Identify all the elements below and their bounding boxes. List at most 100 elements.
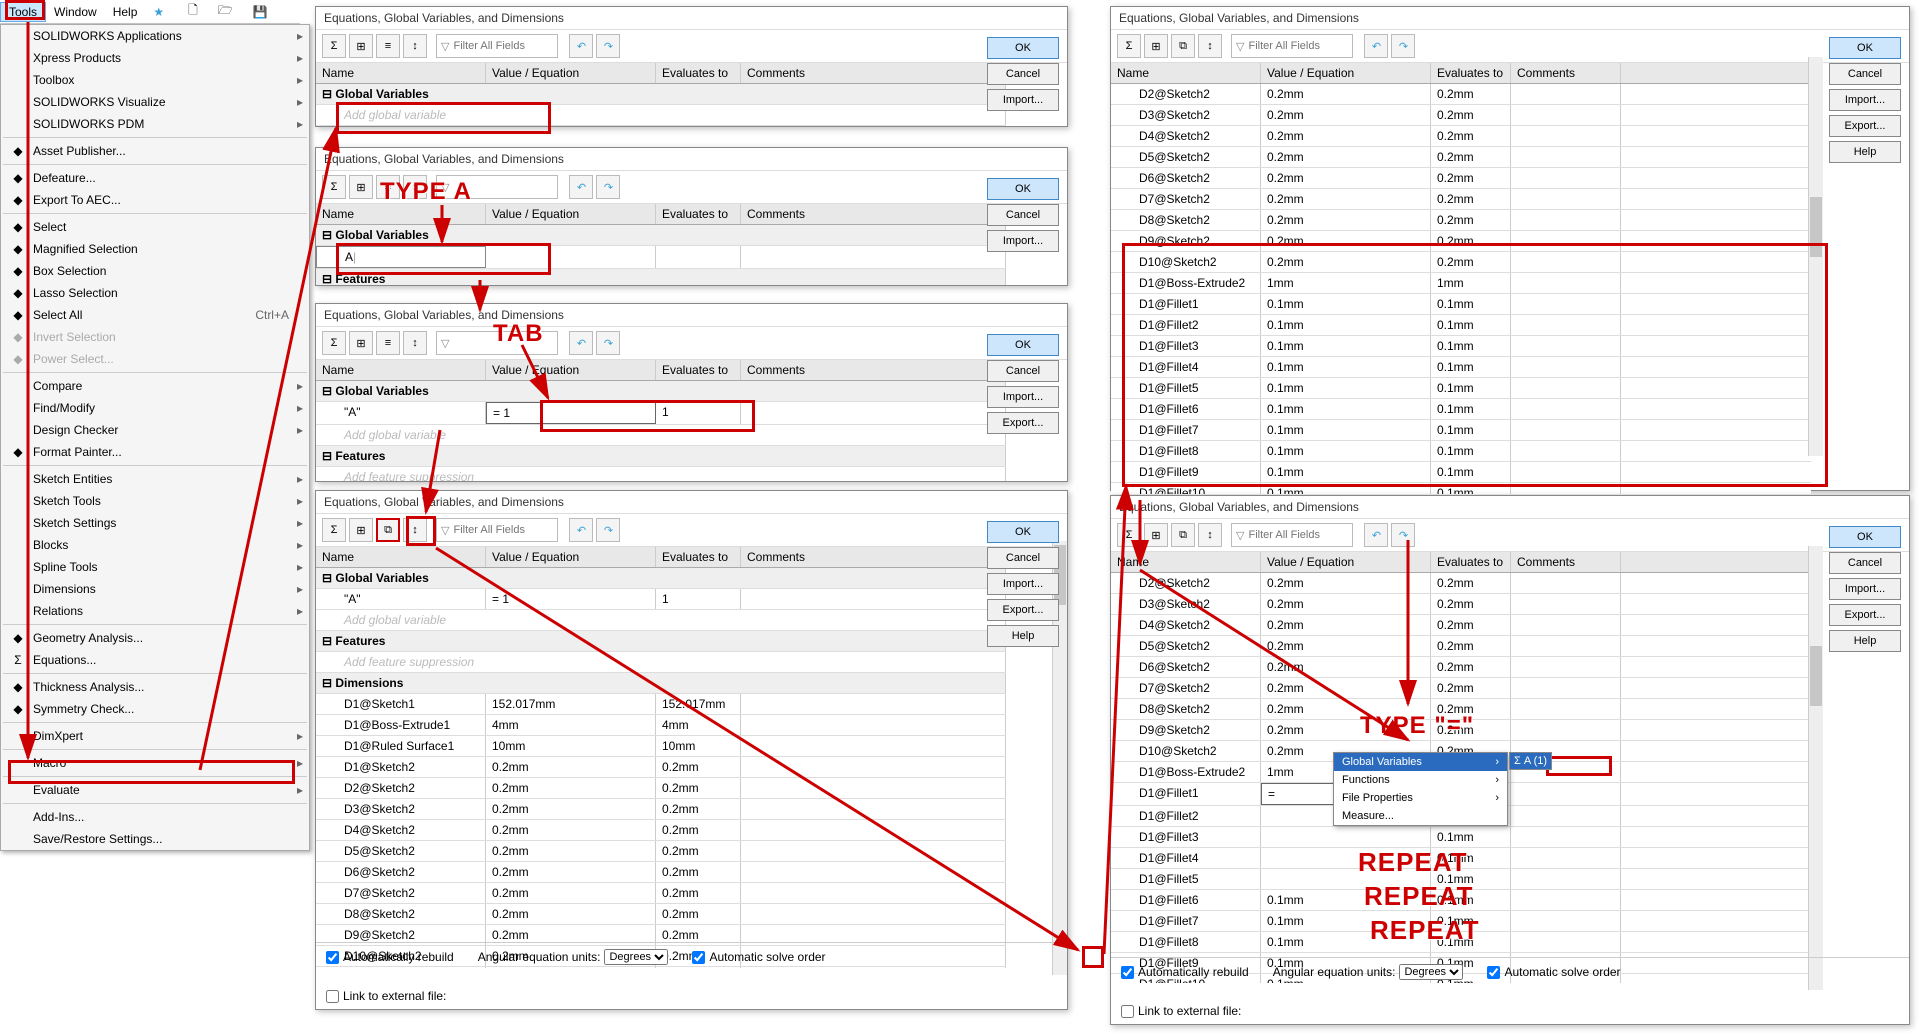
cancel-button[interactable]: Cancel <box>987 204 1059 226</box>
undo-icon[interactable]: ↶ <box>569 518 593 542</box>
tree-view-icon[interactable]: ⊞ <box>1144 523 1168 547</box>
scrollbar[interactable] <box>1808 546 1823 990</box>
menu-item[interactable]: DimXpert▸ <box>1 725 309 747</box>
table-row[interactable]: D7@Sketch20.2mm0.2mm <box>316 883 1006 904</box>
save-icon[interactable]: 💾 <box>245 3 276 21</box>
table-row[interactable]: D3@Sketch20.2mm0.2mm <box>1111 105 1811 126</box>
table-row[interactable]: D1@Fillet10.1mm0.1mm <box>1111 294 1811 315</box>
table-row[interactable]: D1@Fillet70.1mm0.1mm <box>1111 911 1811 932</box>
table-row[interactable]: D1@Fillet60.1mm0.1mm <box>1111 399 1811 420</box>
sigma-view-icon[interactable]: Σ <box>322 331 346 355</box>
list-view-icon[interactable]: ≡ <box>376 34 400 58</box>
cancel-button[interactable]: Cancel <box>1829 552 1901 574</box>
menu-item[interactable]: SOLIDWORKS PDM▸ <box>1 113 309 135</box>
table-row[interactable]: D7@Sketch20.2mm0.2mm <box>1111 189 1811 210</box>
table-row[interactable]: D2@Sketch20.2mm0.2mm <box>316 778 1006 799</box>
tree-view-icon[interactable]: ⊞ <box>349 331 373 355</box>
table-row[interactable]: D1@Fillet30.1mm <box>1111 827 1811 848</box>
sort-icon[interactable]: ↕ <box>403 34 427 58</box>
sort-icon[interactable]: ↕ <box>1198 34 1222 58</box>
sigma-view-icon[interactable]: Σ <box>1117 34 1141 58</box>
table-row[interactable]: D2@Sketch20.2mm0.2mm <box>1111 84 1811 105</box>
table-row[interactable]: D1@Fillet60.1mm0.1mm <box>1111 890 1811 911</box>
import-button[interactable]: Import... <box>987 386 1059 408</box>
table-row[interactable]: D1@Boss-Extrude21mm1mm <box>1111 273 1811 294</box>
sort-icon[interactable]: ↕ <box>403 331 427 355</box>
table-row[interactable]: D5@Sketch20.2mm0.2mm <box>1111 147 1811 168</box>
auto-rebuild-check[interactable]: Automatically rebuild <box>326 950 454 964</box>
auto-rebuild-check[interactable]: Automatically rebuild <box>1121 965 1249 979</box>
undo-icon[interactable]: ↶ <box>569 34 593 58</box>
menu-item[interactable]: ◆Export To AEC... <box>1 189 309 211</box>
filter-input[interactable] <box>453 181 553 193</box>
sigma-view-icon[interactable]: Σ <box>322 175 346 199</box>
table-row[interactable]: D5@Sketch20.2mm0.2mm <box>316 841 1006 862</box>
ok-button[interactable]: OK <box>987 334 1059 356</box>
ok-button[interactable]: OK <box>987 521 1059 543</box>
table-row[interactable]: D1@Fillet40.1mm <box>1111 848 1811 869</box>
redo-icon[interactable]: ↷ <box>596 518 620 542</box>
help-button[interactable]: Help <box>1829 630 1901 652</box>
filter-input[interactable] <box>1248 40 1348 52</box>
menu-item[interactable]: ◆Select <box>1 216 309 238</box>
menu-item[interactable]: Sketch Tools▸ <box>1 490 309 512</box>
menu-item[interactable]: ◆Geometry Analysis... <box>1 627 309 649</box>
table-row[interactable]: D4@Sketch20.2mm0.2mm <box>1111 615 1811 636</box>
ctx-functions[interactable]: Functions› <box>1334 771 1507 789</box>
menu-help[interactable]: Help <box>105 3 146 21</box>
filter-input[interactable] <box>1248 529 1348 541</box>
menu-item[interactable]: Evaluate▸ <box>1 779 309 801</box>
dim-view-icon[interactable]: ⧉ <box>1171 34 1195 58</box>
ctx-file-properties[interactable]: File Properties› <box>1334 789 1507 807</box>
table-row[interactable]: D1@Fillet30.1mm0.1mm <box>1111 336 1811 357</box>
menu-item[interactable]: Find/Modify▸ <box>1 397 309 419</box>
sort-icon[interactable]: ↕ <box>403 175 427 199</box>
menu-item[interactable]: ◆Thickness Analysis... <box>1 676 309 698</box>
scrollbar[interactable] <box>1808 57 1823 456</box>
undo-icon[interactable]: ↶ <box>1364 523 1388 547</box>
table-row[interactable]: D3@Sketch20.2mm0.2mm <box>316 799 1006 820</box>
table-row[interactable]: D8@Sketch20.2mm0.2mm <box>316 904 1006 925</box>
angular-units-select[interactable]: Degrees <box>604 949 668 965</box>
menu-item[interactable]: Relations▸ <box>1 600 309 622</box>
sort-icon[interactable]: ↕ <box>1198 523 1222 547</box>
undo-icon[interactable]: ↶ <box>569 331 593 355</box>
table-row[interactable]: D6@Sketch20.2mm0.2mm <box>1111 657 1811 678</box>
table-row[interactable]: D6@Sketch20.2mm0.2mm <box>1111 168 1811 189</box>
import-button[interactable]: Import... <box>987 230 1059 252</box>
ok-button[interactable]: OK <box>987 178 1059 200</box>
menu-item[interactable]: Sketch Settings▸ <box>1 512 309 534</box>
menu-item[interactable]: Dimensions▸ <box>1 578 309 600</box>
table-row[interactable]: D1@Ruled Surface110mm10mm <box>316 736 1006 757</box>
table-row[interactable]: D8@Sketch20.2mm0.2mm <box>1111 210 1811 231</box>
cancel-button[interactable]: Cancel <box>987 63 1059 85</box>
gv-value-input[interactable]: = 1 <box>486 402 656 424</box>
menu-item[interactable]: ◆Magnified Selection <box>1 238 309 260</box>
table-row[interactable]: D1@Fillet20.1mm0.1mm <box>1111 315 1811 336</box>
redo-icon[interactable]: ↷ <box>596 331 620 355</box>
menu-item[interactable]: Design Checker▸ <box>1 419 309 441</box>
export-button[interactable]: Export... <box>1829 604 1901 626</box>
table-row[interactable]: D1@Fillet80.1mm0.1mm <box>1111 441 1811 462</box>
ok-button[interactable]: OK <box>987 37 1059 59</box>
table-row[interactable]: "A"= 11 <box>316 589 1006 610</box>
new-doc-icon[interactable]: 🗋 <box>180 0 206 24</box>
export-button[interactable]: Export... <box>1829 115 1901 137</box>
ok-button[interactable]: OK <box>1829 37 1901 59</box>
menu-item[interactable]: Blocks▸ <box>1 534 309 556</box>
filter-input[interactable] <box>453 40 553 52</box>
menu-item[interactable]: ◆Format Painter... <box>1 441 309 463</box>
menu-window[interactable]: Window <box>46 3 105 21</box>
redo-icon[interactable]: ↷ <box>596 175 620 199</box>
export-button[interactable]: Export... <box>987 599 1059 621</box>
list-view-icon[interactable]: ≡ <box>376 175 400 199</box>
import-button[interactable]: Import... <box>1829 89 1901 111</box>
table-row[interactable]: D1@Fillet90.1mm0.1mm <box>1111 462 1811 483</box>
table-row[interactable]: D9@Sketch20.2mm0.2mm <box>1111 720 1811 741</box>
help-button[interactable]: Help <box>1829 141 1901 163</box>
export-button[interactable]: Export... <box>987 412 1059 434</box>
table-row[interactable]: D8@Sketch20.2mm0.2mm <box>1111 699 1811 720</box>
table-row[interactable]: D4@Sketch20.2mm0.2mm <box>1111 126 1811 147</box>
menu-item[interactable]: ΣEquations... <box>1 649 309 671</box>
auto-solve-check[interactable]: Automatic solve order <box>1487 965 1620 979</box>
